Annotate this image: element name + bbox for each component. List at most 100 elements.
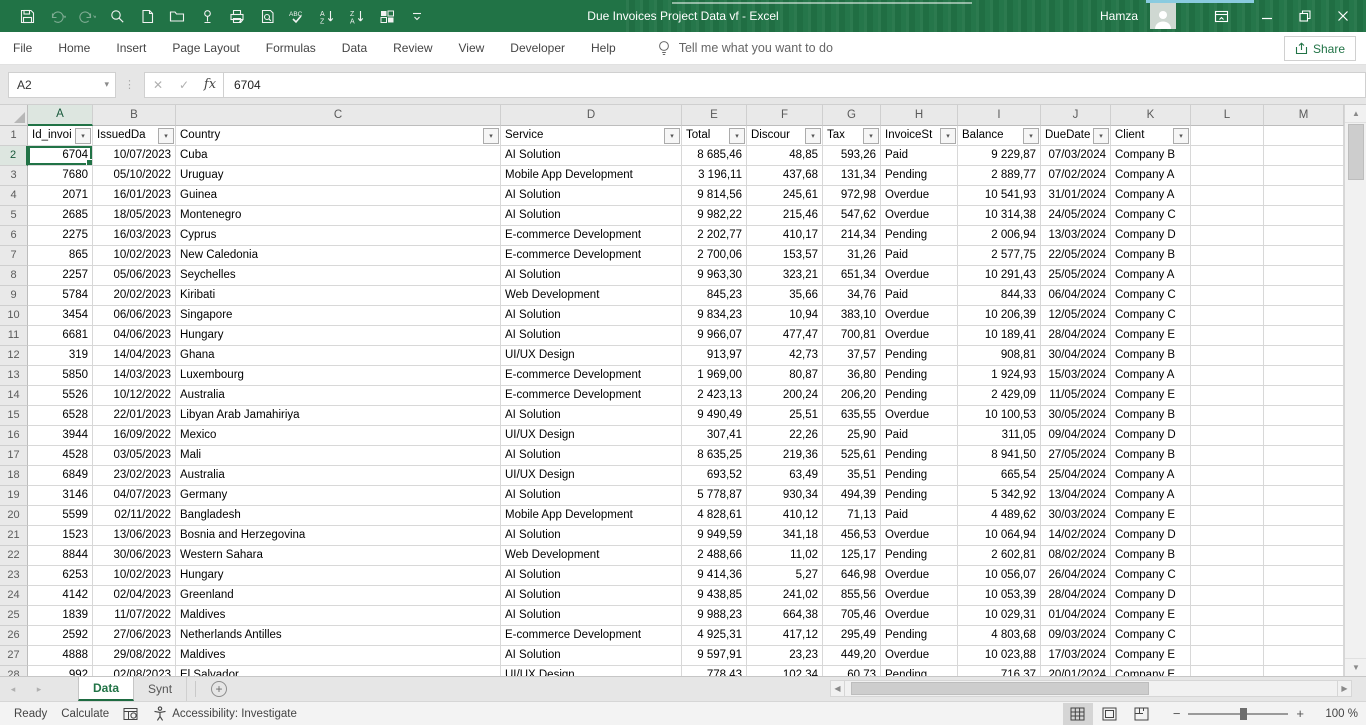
- cell[interactable]: 646,98: [823, 566, 881, 586]
- vertical-scroll-thumb[interactable]: [1348, 124, 1364, 180]
- cell[interactable]: 3 196,11: [682, 166, 747, 186]
- cell[interactable]: 08/02/2024: [1041, 546, 1111, 566]
- cell[interactable]: 593,26: [823, 146, 881, 166]
- scroll-down-icon[interactable]: ▼: [1345, 658, 1366, 676]
- row-number-18[interactable]: 18: [0, 466, 28, 486]
- cell[interactable]: 2 006,94: [958, 226, 1041, 246]
- cell[interactable]: Company C: [1111, 626, 1191, 646]
- cell[interactable]: AI Solution: [501, 446, 682, 466]
- cell[interactable]: [1191, 166, 1264, 186]
- cell[interactable]: 10/12/2022: [93, 386, 176, 406]
- cell[interactable]: [1191, 286, 1264, 306]
- cell[interactable]: 4 828,61: [682, 506, 747, 526]
- undo-icon[interactable]: [44, 3, 70, 29]
- cell[interactable]: 23/02/2023: [93, 466, 176, 486]
- column-header-K[interactable]: K: [1111, 105, 1191, 126]
- cell[interactable]: 664,38: [747, 606, 823, 626]
- header-cell[interactable]: [1264, 126, 1344, 146]
- row-number-24[interactable]: 24: [0, 586, 28, 606]
- cell[interactable]: 9 834,23: [682, 306, 747, 326]
- cell[interactable]: 11/07/2022: [93, 606, 176, 626]
- cell[interactable]: [1264, 286, 1344, 306]
- column-header-E[interactable]: E: [682, 105, 747, 126]
- cell[interactable]: 417,12: [747, 626, 823, 646]
- cell[interactable]: 930,34: [747, 486, 823, 506]
- cell[interactable]: 29/08/2022: [93, 646, 176, 666]
- cell[interactable]: 63,49: [747, 466, 823, 486]
- cell[interactable]: [1191, 186, 1264, 206]
- cell[interactable]: Company A: [1111, 166, 1191, 186]
- cell[interactable]: AI Solution: [501, 186, 682, 206]
- cell[interactable]: 10 029,31: [958, 606, 1041, 626]
- cell[interactable]: 10 100,53: [958, 406, 1041, 426]
- cell[interactable]: 437,68: [747, 166, 823, 186]
- column-header-B[interactable]: B: [93, 105, 176, 126]
- cell[interactable]: Pending: [881, 546, 958, 566]
- cell[interactable]: [1191, 246, 1264, 266]
- header-cell[interactable]: Country▾: [176, 126, 501, 146]
- cell[interactable]: Overdue: [881, 306, 958, 326]
- cell[interactable]: 37,57: [823, 346, 881, 366]
- cell[interactable]: 5,27: [747, 566, 823, 586]
- cell[interactable]: 319: [28, 346, 93, 366]
- cell[interactable]: Company A: [1111, 466, 1191, 486]
- filter-dropdown-icon[interactable]: ▾: [940, 128, 956, 144]
- cell[interactable]: Company A: [1111, 186, 1191, 206]
- cell[interactable]: 25,51: [747, 406, 823, 426]
- cell[interactable]: 295,49: [823, 626, 881, 646]
- cell[interactable]: Mobile App Development: [501, 506, 682, 526]
- ribbon-tab-data[interactable]: Data: [329, 32, 380, 65]
- cell[interactable]: 15/03/2024: [1041, 366, 1111, 386]
- cell[interactable]: [1191, 526, 1264, 546]
- column-header-F[interactable]: F: [747, 105, 823, 126]
- cell[interactable]: [1264, 146, 1344, 166]
- cell[interactable]: AI Solution: [501, 586, 682, 606]
- header-cell[interactable]: [1191, 126, 1264, 146]
- cell[interactable]: [1191, 206, 1264, 226]
- column-header-A[interactable]: A: [28, 105, 93, 126]
- cell[interactable]: Australia: [176, 466, 501, 486]
- cell[interactable]: Pending: [881, 666, 958, 676]
- cell[interactable]: Netherlands Antilles: [176, 626, 501, 646]
- cell[interactable]: [1191, 226, 1264, 246]
- cell[interactable]: 9 438,85: [682, 586, 747, 606]
- cell[interactable]: 16/01/2023: [93, 186, 176, 206]
- cell[interactable]: [1191, 486, 1264, 506]
- cell[interactable]: 22/05/2024: [1041, 246, 1111, 266]
- column-header-M[interactable]: M: [1264, 105, 1344, 126]
- cell[interactable]: 8 685,46: [682, 146, 747, 166]
- cell[interactable]: E-commerce Development: [501, 386, 682, 406]
- row-number-13[interactable]: 13: [0, 366, 28, 386]
- cell[interactable]: Web Development: [501, 546, 682, 566]
- cell[interactable]: 04/07/2023: [93, 486, 176, 506]
- cell[interactable]: 9 229,87: [958, 146, 1041, 166]
- filter-dropdown-icon[interactable]: ▾: [863, 128, 879, 144]
- column-header-D[interactable]: D: [501, 105, 682, 126]
- ribbon-tab-insert[interactable]: Insert: [103, 32, 159, 65]
- cell[interactable]: 35,66: [747, 286, 823, 306]
- cell[interactable]: [1191, 606, 1264, 626]
- cell[interactable]: [1191, 586, 1264, 606]
- header-cell[interactable]: Client▾: [1111, 126, 1191, 146]
- cell[interactable]: 2592: [28, 626, 93, 646]
- view-grid-icon[interactable]: [374, 3, 400, 29]
- cell[interactable]: [1264, 626, 1344, 646]
- cell[interactable]: 241,02: [747, 586, 823, 606]
- cell[interactable]: Seychelles: [176, 266, 501, 286]
- sort-desc-icon[interactable]: ZA: [344, 3, 370, 29]
- cell[interactable]: 693,52: [682, 466, 747, 486]
- cell[interactable]: Montenegro: [176, 206, 501, 226]
- cell[interactable]: 10/07/2023: [93, 146, 176, 166]
- cell[interactable]: Ghana: [176, 346, 501, 366]
- cell[interactable]: E-commerce Development: [501, 246, 682, 266]
- row-number-2[interactable]: 2: [0, 146, 28, 166]
- cell[interactable]: Pending: [881, 446, 958, 466]
- cell[interactable]: 10 189,41: [958, 326, 1041, 346]
- cell[interactable]: Overdue: [881, 406, 958, 426]
- cell[interactable]: 6704: [28, 146, 93, 166]
- cell[interactable]: 215,46: [747, 206, 823, 226]
- cell[interactable]: 635,55: [823, 406, 881, 426]
- select-all-corner[interactable]: [0, 105, 28, 126]
- cell[interactable]: [1191, 306, 1264, 326]
- cell[interactable]: 9 982,22: [682, 206, 747, 226]
